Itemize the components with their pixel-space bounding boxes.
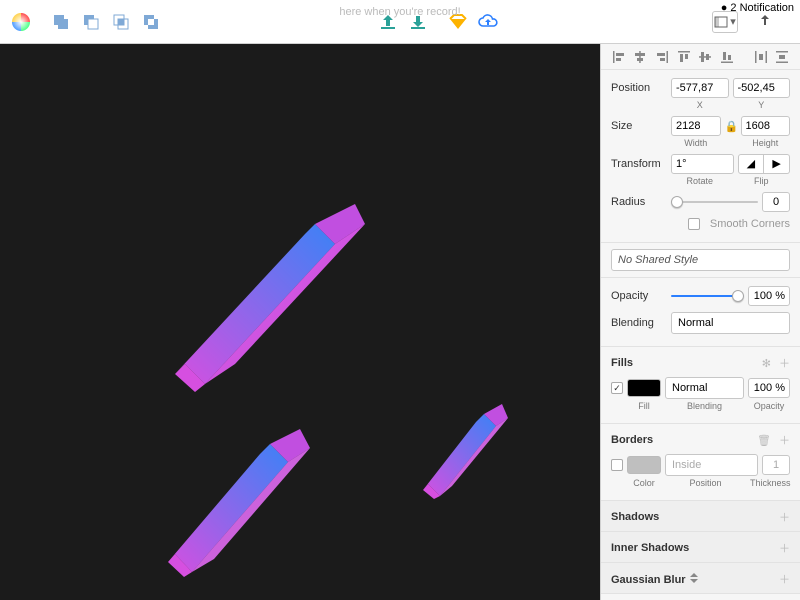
fills-add-icon[interactable]: ＋: [779, 355, 790, 371]
view-options-button[interactable]: ▾: [712, 11, 738, 33]
gaussian-blur-header: Gaussian Blur: [611, 573, 698, 586]
cloud-upload-icon[interactable]: [475, 9, 501, 35]
share-up-icon[interactable]: [752, 9, 778, 35]
lock-aspect-icon[interactable]: 🔒: [725, 120, 737, 133]
border-thickness-input[interactable]: 1: [762, 455, 790, 475]
height-input[interactable]: 1608: [741, 116, 791, 136]
shadows-add-icon[interactable]: ＋: [779, 509, 790, 525]
radius-input[interactable]: 0: [762, 192, 790, 212]
border-position-select[interactable]: Inside: [665, 454, 758, 476]
shadows-header: Shadows: [611, 511, 659, 523]
borders-add-icon[interactable]: ＋: [779, 432, 790, 448]
transform-label: Transform: [611, 158, 667, 170]
smooth-corners-label: Smooth Corners: [710, 218, 790, 230]
size-label: Size: [611, 120, 667, 132]
gradient-prism-small[interactable]: [418, 396, 508, 501]
import-down-arrow-icon[interactable]: [405, 9, 431, 35]
flip-horizontal-button[interactable]: ◢: [738, 154, 765, 174]
opacity-label: Opacity: [611, 290, 667, 302]
align-bottom-icon[interactable]: [719, 49, 735, 65]
fill-color-swatch[interactable]: [627, 379, 661, 397]
fills-settings-icon[interactable]: ✻: [762, 357, 771, 370]
blur-add-icon[interactable]: ＋: [779, 571, 790, 587]
blur-type-popup-icon[interactable]: [690, 573, 698, 583]
opacity-slider[interactable]: [671, 289, 744, 303]
align-right-icon[interactable]: [654, 49, 670, 65]
blending-select[interactable]: Normal: [671, 312, 790, 334]
width-input[interactable]: 2128: [671, 116, 721, 136]
position-y-input[interactable]: -502,45: [733, 78, 791, 98]
boolean-ops-group: [48, 9, 164, 35]
distribute-v-icon[interactable]: [774, 49, 790, 65]
distribute-h-icon[interactable]: [753, 49, 769, 65]
fill-enabled-checkbox[interactable]: [611, 382, 623, 394]
border-color-swatch[interactable]: [627, 456, 661, 474]
radius-label: Radius: [611, 196, 667, 208]
border-enabled-checkbox[interactable]: [611, 459, 623, 471]
alignment-bar: [601, 44, 800, 70]
radius-slider[interactable]: [671, 195, 758, 209]
intersect-icon[interactable]: [108, 9, 134, 35]
union-icon[interactable]: [48, 9, 74, 35]
position-x-input[interactable]: -577,87: [671, 78, 729, 98]
smooth-corners-checkbox[interactable]: [688, 218, 700, 230]
geometry-section: Position -577,87 -502,45 XY Size 2128 🔒 …: [601, 70, 800, 243]
sketch-diamond-icon[interactable]: [445, 9, 471, 35]
export-up-arrow-icon[interactable]: [375, 9, 401, 35]
inspector-panel: Position -577,87 -502,45 XY Size 2128 🔒 …: [600, 44, 800, 600]
position-label: Position: [611, 82, 667, 94]
subtract-icon[interactable]: [78, 9, 104, 35]
blending-label: Blending: [611, 317, 667, 329]
inner-shadows-header: Inner Shadows: [611, 542, 689, 554]
opacity-input[interactable]: 100 %: [748, 286, 790, 306]
fill-blend-select[interactable]: Normal: [665, 377, 744, 399]
shared-style-select[interactable]: No Shared Style: [611, 249, 790, 271]
app-toolbar: here when you're record! ▾: [0, 0, 800, 44]
rotate-input[interactable]: 1°: [671, 154, 734, 174]
gradient-prism-large[interactable]: [165, 174, 375, 394]
canvas[interactable]: [0, 44, 600, 600]
borders-delete-icon[interactable]: 🗑: [757, 434, 771, 447]
inner-shadows-add-icon[interactable]: ＋: [779, 540, 790, 556]
flip-vertical-button[interactable]: ▶: [764, 154, 790, 174]
fill-opacity-input[interactable]: 100 %: [748, 378, 790, 398]
align-top-icon[interactable]: [676, 49, 692, 65]
color-wheel-icon[interactable]: [8, 9, 34, 35]
gradient-prism-medium[interactable]: [160, 414, 320, 579]
fills-header: Fills: [611, 357, 633, 369]
difference-icon[interactable]: [138, 9, 164, 35]
align-hcenter-icon[interactable]: [632, 49, 648, 65]
align-left-icon[interactable]: [611, 49, 627, 65]
align-vcenter-icon[interactable]: [697, 49, 713, 65]
borders-header: Borders: [611, 434, 653, 446]
